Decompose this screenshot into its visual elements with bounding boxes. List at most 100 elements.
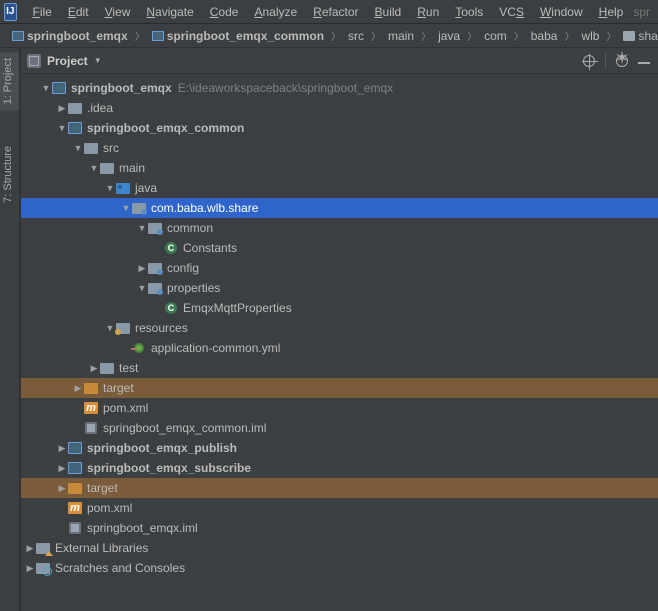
tree-row-pom-xml[interactable]: m pom.xml [21, 398, 658, 418]
yaml-file-icon [131, 343, 147, 353]
tree-label: .idea [87, 101, 113, 115]
collapse-arrow-icon[interactable] [105, 183, 115, 193]
tree-row-properties[interactable]: properties [21, 278, 658, 298]
tree-label: src [103, 141, 119, 155]
sidetab-structure[interactable]: 7: Structure [0, 140, 19, 209]
tree-label: EmqxMqttProperties [183, 301, 292, 315]
module-icon [67, 122, 83, 134]
tree-row-springboot-emqx-subscribe[interactable]: springboot_emqx_subscribe [21, 458, 658, 478]
expand-arrow-icon[interactable] [57, 483, 67, 494]
breadcrumb-wlb[interactable]: wlb [577, 27, 603, 45]
tree-row-emqxmqttproperties[interactable]: CEmqxMqttProperties [21, 298, 658, 318]
breadcrumb-src[interactable]: src [344, 27, 368, 45]
project-view-icon [27, 54, 41, 68]
tree-row-external-libraries[interactable]: External Libraries [21, 538, 658, 558]
menu-file[interactable]: File [27, 3, 58, 21]
tree-label: External Libraries [55, 541, 148, 555]
tree-path: E:\ideaworkspaceback\springboot_emqx [178, 81, 393, 95]
tree-label: main [119, 161, 145, 175]
maven-file-icon: m [83, 402, 99, 414]
tree-row-scratches-and-consoles[interactable]: Scratches and Consoles [21, 558, 658, 578]
tree-row-application-common-yml[interactable]: application-common.yml [21, 338, 658, 358]
tree-row-test[interactable]: test [21, 358, 658, 378]
tree-row-resources[interactable]: resources [21, 318, 658, 338]
collapse-arrow-icon[interactable] [73, 143, 83, 153]
expand-arrow-icon[interactable] [57, 443, 67, 454]
tree-row-target[interactable]: target [21, 478, 658, 498]
menu-window[interactable]: Window [534, 3, 589, 21]
minimise-icon[interactable] [636, 53, 652, 69]
collapse-arrow-icon[interactable] [89, 163, 99, 173]
menubar: IJ FileEditViewNavigateCodeAnalyzeRefact… [0, 0, 658, 24]
tree-label: springboot_emqx_common.iml [103, 421, 266, 435]
expand-arrow-icon[interactable] [57, 463, 67, 474]
tree-row-springboot-emqx[interactable]: springboot_emqxE:\ideaworkspaceback\spri… [21, 78, 658, 98]
expand-arrow-icon[interactable] [25, 563, 35, 574]
tree-label: pom.xml [103, 401, 148, 415]
collapse-arrow-icon[interactable] [57, 123, 67, 133]
iml-file-icon [67, 522, 83, 534]
expand-arrow-icon[interactable] [137, 263, 147, 274]
tree-row-common[interactable]: common [21, 218, 658, 238]
tree-row-springboot-emqx-common[interactable]: springboot_emqx_common [21, 118, 658, 138]
expand-arrow-icon[interactable] [57, 103, 67, 114]
tree-row-springboot-emqx-publish[interactable]: springboot_emqx_publish [21, 438, 658, 458]
project-view-title[interactable]: Project [47, 54, 88, 68]
menu-help[interactable]: Help [593, 3, 630, 21]
breadcrumb-java[interactable]: java [434, 27, 464, 45]
gear-icon[interactable] [614, 53, 630, 69]
tree-label: java [135, 181, 157, 195]
folder-icon [83, 143, 99, 154]
breadcrumb-share[interactable]: share [619, 27, 658, 45]
menu-analyze[interactable]: Analyze [248, 3, 303, 21]
menu-code[interactable]: Code [204, 3, 245, 21]
tree-row-springboot-emqx-common-iml[interactable]: springboot_emqx_common.iml [21, 418, 658, 438]
breadcrumb-separator: 〉 [466, 28, 478, 43]
expand-arrow-icon[interactable] [89, 363, 99, 374]
collapse-arrow-icon[interactable] [105, 323, 115, 333]
tree-row-constants[interactable]: CConstants [21, 238, 658, 258]
breadcrumb-springboot-emqx-common[interactable]: springboot_emqx_common [148, 27, 328, 45]
breadcrumb-separator: 〉 [420, 28, 432, 43]
module-icon [12, 31, 24, 41]
breadcrumb-main[interactable]: main [384, 27, 418, 45]
tree-label: common [167, 221, 213, 235]
tree-row-src[interactable]: src [21, 138, 658, 158]
breadcrumb-separator: 〉 [134, 28, 146, 43]
collapse-arrow-icon[interactable] [137, 223, 147, 233]
tree-label: springboot_emqx_subscribe [87, 461, 251, 475]
menu-vcs[interactable]: VCS [493, 3, 530, 21]
tree-label: springboot_emqx_publish [87, 441, 237, 455]
tree-row-main[interactable]: main [21, 158, 658, 178]
breadcrumb: springboot_emqx〉springboot_emqx_common〉s… [0, 24, 658, 48]
separator [605, 53, 606, 69]
breadcrumb-com[interactable]: com [480, 27, 511, 45]
breadcrumb-springboot-emqx[interactable]: springboot_emqx [8, 27, 132, 45]
tree-row-springboot-emqx-iml[interactable]: springboot_emqx.iml [21, 518, 658, 538]
menu-view[interactable]: View [99, 3, 137, 21]
tree-row-pom-xml[interactable]: mpom.xml [21, 498, 658, 518]
expand-arrow-icon[interactable] [25, 543, 35, 554]
tree-row-config[interactable]: config [21, 258, 658, 278]
menu-refactor[interactable]: Refactor [307, 3, 364, 21]
menu-build[interactable]: Build [369, 3, 408, 21]
package-icon [131, 203, 147, 214]
sidetab-project[interactable]: 1: Project [0, 52, 19, 110]
locate-icon[interactable] [581, 53, 597, 69]
collapse-arrow-icon[interactable] [137, 283, 147, 293]
collapse-arrow-icon[interactable] [121, 203, 131, 213]
menu-run[interactable]: Run [411, 3, 445, 21]
tree-row-java[interactable]: java [21, 178, 658, 198]
tree-row--idea[interactable]: .idea [21, 98, 658, 118]
breadcrumb-baba[interactable]: baba [527, 27, 562, 45]
menu-navigate[interactable]: Navigate [140, 3, 199, 21]
tree-label: Scratches and Consoles [55, 561, 185, 575]
expand-arrow-icon[interactable] [73, 383, 83, 394]
chevron-down-icon[interactable]: ▼ [94, 56, 102, 65]
tree-row-target[interactable]: target [21, 378, 658, 398]
menu-tools[interactable]: Tools [449, 3, 489, 21]
menu-edit[interactable]: Edit [62, 3, 95, 21]
tree-row-com-baba-wlb-share[interactable]: com.baba.wlb.share [21, 198, 658, 218]
collapse-arrow-icon[interactable] [41, 83, 51, 93]
project-tree[interactable]: springboot_emqxE:\ideaworkspaceback\spri… [21, 74, 658, 611]
